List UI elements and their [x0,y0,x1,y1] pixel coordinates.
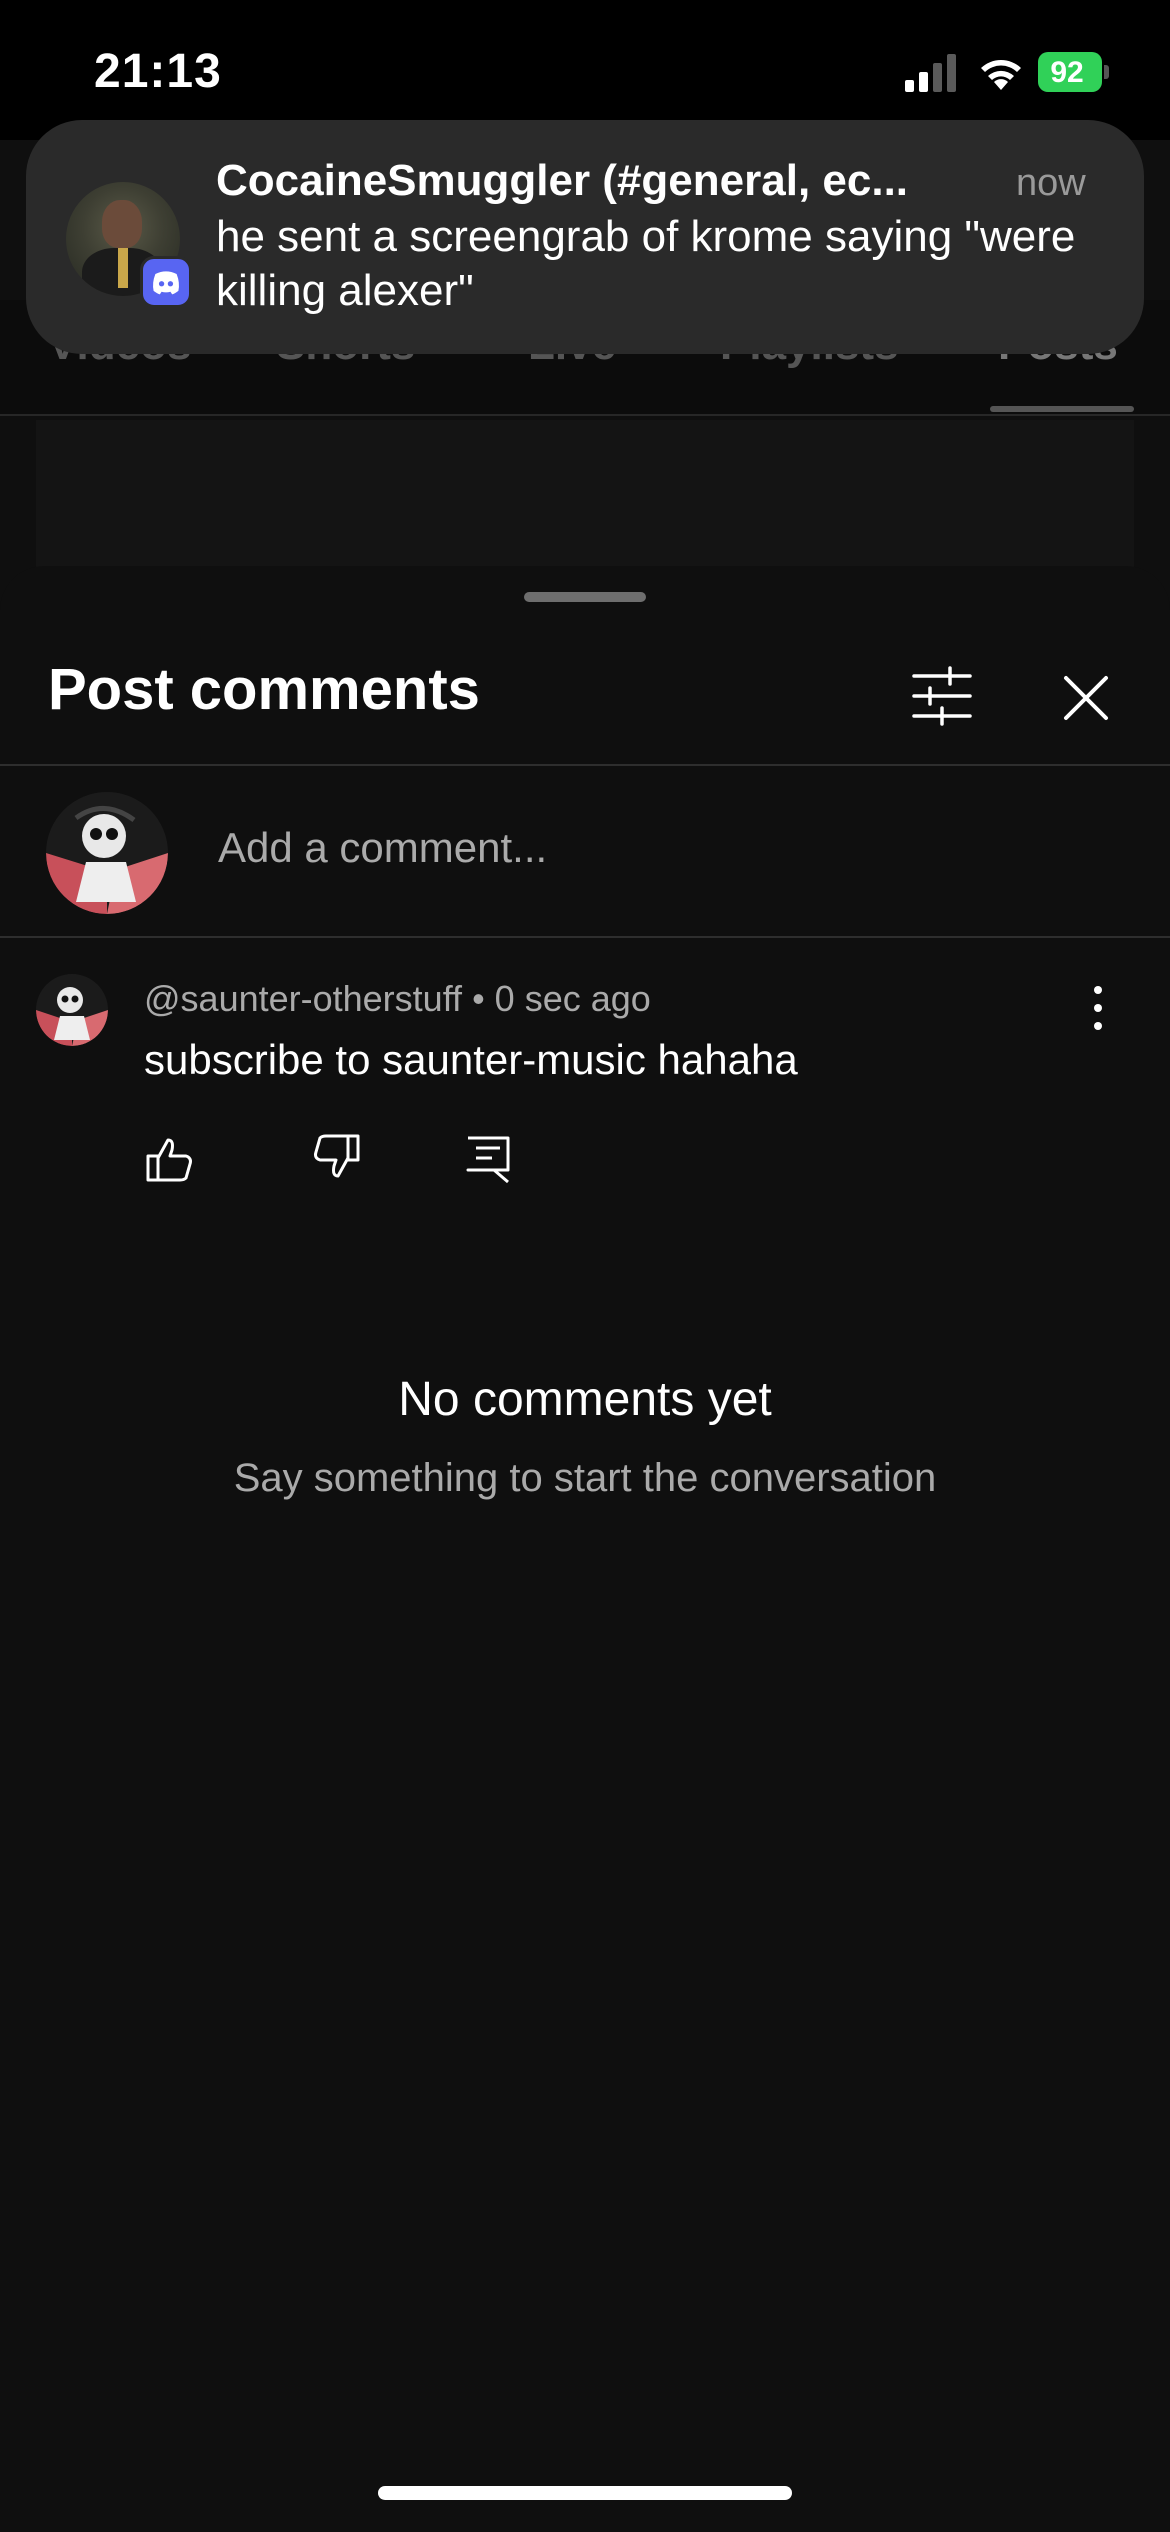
discord-notification[interactable]: CocaineSmuggler (#general, ec... now he … [26,120,1144,354]
battery-cap [1104,65,1109,79]
status-time: 21:13 [94,45,222,98]
wifi-icon [981,60,1021,90]
close-icon[interactable] [1046,658,1126,738]
comment-time: 0 sec ago [494,978,651,1019]
comments-sheet: Post comments Add a comment... @saunter-… [0,566,1170,2532]
signal-icon [905,54,956,92]
background-post-card [36,420,1134,580]
notification-title: CocaineSmuggler (#general, ec... [216,156,909,205]
sheet-title: Post comments [48,657,480,722]
comment-input[interactable]: Add a comment... [218,824,547,872]
reply-icon[interactable] [458,1128,518,1188]
comment-text: subscribe to saunter-music hahaha [144,1036,798,1083]
input-divider [0,936,1170,938]
tab-underline [990,406,1134,412]
more-options-icon[interactable] [1080,976,1116,1040]
comment-avatar[interactable] [36,974,108,1046]
screen: 21:13 92 Videos Shorts Live Playlists Po… [0,0,1170,2532]
sheet-drag-handle[interactable] [524,592,646,602]
header-divider [0,764,1170,766]
empty-state-title: No comments yet [398,1373,772,1426]
notification-time: now [1016,162,1086,204]
status-bar: 21:13 92 [0,0,1170,140]
comment-author[interactable]: @saunter-otherstuff [144,978,462,1019]
empty-state-subtitle: Say something to start the conversation [233,1456,937,1500]
discord-icon [140,256,192,308]
user-avatar [46,792,168,914]
avatar-tie [118,248,128,288]
thumbs-down-icon[interactable] [306,1128,366,1188]
meta-separator: • [472,978,495,1019]
notification-body: he sent a screengrab of krome saying "we… [216,212,1076,315]
filter-icon[interactable] [900,654,984,738]
battery-level: 92 [1050,56,1084,89]
home-indicator[interactable] [378,2486,792,2500]
comment-meta: @saunter-otherstuff • 0 sec ago [144,978,651,1020]
thumbs-up-icon[interactable] [140,1128,200,1188]
battery-icon: 92 [1038,52,1109,92]
avatar-face [102,200,142,248]
